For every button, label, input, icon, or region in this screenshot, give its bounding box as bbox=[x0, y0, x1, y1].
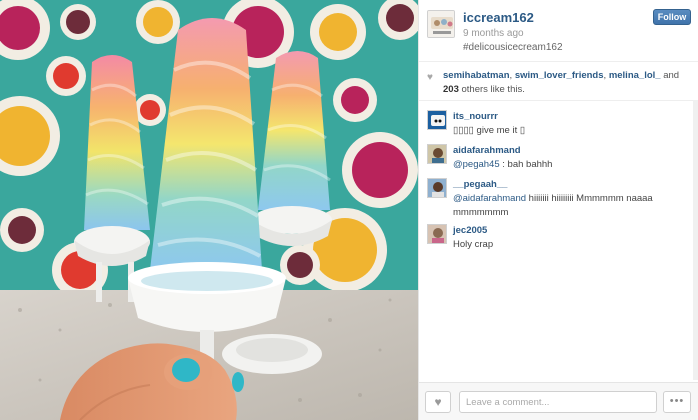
comment-username[interactable]: aidafarahmand bbox=[453, 145, 521, 156]
comment-username[interactable]: __pegaah__ bbox=[453, 179, 507, 190]
liker-link[interactable]: melina_lol_ bbox=[609, 70, 661, 81]
likes-and-text: and bbox=[660, 70, 680, 81]
comment-body: ▯▯▯▯ give me it ▯ bbox=[453, 125, 526, 136]
comment-avatar[interactable] bbox=[427, 178, 447, 198]
liker-link[interactable]: swim_lover_friends bbox=[515, 70, 604, 81]
likes-others-text: others like this. bbox=[458, 84, 525, 95]
avatar[interactable] bbox=[427, 10, 455, 38]
comment-avatar[interactable] bbox=[427, 144, 447, 164]
comment-text: @aidafarahmand hiiiiiii hiiiiiiii Mmmmmm… bbox=[453, 192, 689, 220]
post-photo bbox=[0, 0, 418, 420]
post-timestamp: 9 months ago bbox=[463, 28, 524, 39]
liker-link[interactable]: semihabatman bbox=[443, 70, 510, 81]
post-username[interactable]: iccream162 bbox=[463, 10, 534, 25]
heart-icon: ♥ bbox=[427, 72, 433, 83]
comment-text: Holy crap bbox=[453, 238, 689, 252]
follow-button[interactable]: Follow bbox=[653, 9, 691, 25]
post-details-panel: iccream162 9 months ago #delicousicecrea… bbox=[418, 0, 698, 420]
comment-footer: ♥ ••• bbox=[419, 382, 698, 420]
comment-mention[interactable]: @pegah45 bbox=[453, 159, 500, 170]
like-button[interactable]: ♥ bbox=[425, 391, 451, 413]
comment-input[interactable] bbox=[459, 391, 657, 413]
more-options-button[interactable]: ••• bbox=[663, 391, 691, 413]
comment-text: @pegah45 : bah bahhh bbox=[453, 158, 689, 172]
heart-icon: ♥ bbox=[434, 395, 442, 409]
comment-mention[interactable]: @aidafarahmand bbox=[453, 193, 526, 204]
comment-avatar[interactable] bbox=[427, 224, 447, 244]
comments-scrollbar[interactable] bbox=[693, 100, 698, 380]
post-header: iccream162 9 months ago #delicousicecrea… bbox=[419, 0, 698, 62]
post-caption[interactable]: #delicousicecream162 bbox=[463, 42, 563, 53]
comment-body: Holy crap bbox=[453, 239, 494, 250]
comment-username[interactable]: jec2005 bbox=[453, 225, 487, 236]
likes-others-count[interactable]: 203 bbox=[443, 84, 459, 95]
comment-text: ▯▯▯▯ give me it ▯ bbox=[453, 124, 689, 138]
ellipsis-icon: ••• bbox=[669, 395, 685, 407]
likes-summary: ♥ semihabatman, swim_lover_friends, meli… bbox=[419, 63, 698, 101]
comment-avatar[interactable] bbox=[427, 110, 447, 130]
comment-body: : bah bahhh bbox=[499, 159, 553, 170]
comment-username[interactable]: its_nourrr bbox=[453, 111, 498, 122]
